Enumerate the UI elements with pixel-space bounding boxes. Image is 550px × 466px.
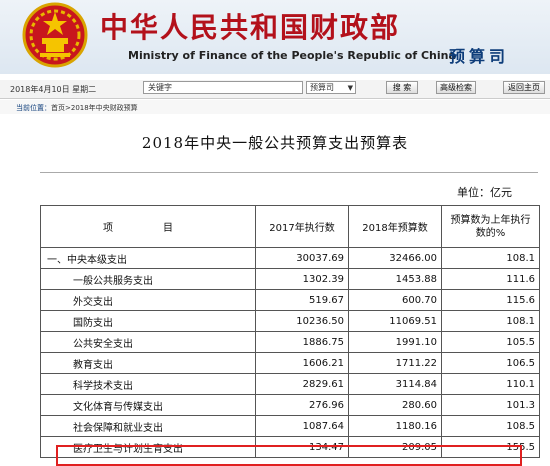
row-name: 教育支出 — [40, 352, 256, 374]
row-2017: 1302.39 — [255, 268, 349, 290]
row-percent: 106.5 — [441, 352, 540, 374]
row-name: 公共安全支出 — [40, 331, 256, 353]
table-row: 一、中央本级支出 30037.69 32466.00 108.1 — [40, 247, 540, 269]
header-percent: 预算数为上年执行数的% — [441, 205, 540, 248]
header-2017: 2017年执行数 — [255, 205, 349, 248]
row-2017: 1606.21 — [255, 352, 349, 374]
row-name: 国防支出 — [40, 310, 256, 332]
row-2018: 1453.88 — [348, 268, 442, 290]
advanced-search-button[interactable]: 高级检索 — [436, 81, 476, 94]
row-2018: 280.60 — [348, 394, 442, 416]
national-emblem-icon — [22, 2, 88, 68]
row-2018: 1711.22 — [348, 352, 442, 374]
row-2018: 32466.00 — [348, 247, 442, 269]
table-row: 文化体育与传媒支出 276.96 280.60 101.3 — [40, 394, 540, 416]
budget-table: 项 目 2017年执行数 2018年预算数 预算数为上年执行数的% 一、中央本级… — [40, 205, 540, 458]
row-percent: 110.1 — [441, 373, 540, 395]
highlight-box — [56, 445, 522, 466]
row-2017: 519.67 — [255, 289, 349, 311]
row-percent: 108.1 — [441, 310, 540, 332]
current-date: 2018年4月10日 星期二 — [10, 85, 97, 94]
row-2018: 3114.84 — [348, 373, 442, 395]
table-row: 公共安全支出 1886.75 1991.10 105.5 — [40, 331, 540, 353]
header-2018: 2018年预算数 — [348, 205, 442, 248]
table-row: 国防支出 10236.50 11069.51 108.1 — [40, 310, 540, 332]
row-2018: 11069.51 — [348, 310, 442, 332]
table-row: 外交支出 519.67 600.70 115.6 — [40, 289, 540, 311]
site-title-en: Ministry of Finance of the People's Repu… — [128, 49, 456, 62]
row-name: 社会保障和就业支出 — [40, 415, 256, 437]
row-percent: 108.1 — [441, 247, 540, 269]
divider — [40, 172, 538, 173]
row-2017: 1087.64 — [255, 415, 349, 437]
table-header-row: 项 目 2017年执行数 2018年预算数 预算数为上年执行数的% — [40, 205, 540, 248]
breadcrumb-prefix: 当前位置： — [16, 104, 51, 112]
department-name: 预算司 — [449, 47, 510, 66]
row-name: 文化体育与传媒支出 — [40, 394, 256, 416]
department-select[interactable]: 预算司 ▼ — [306, 81, 356, 94]
row-2017: 276.96 — [255, 394, 349, 416]
row-2017: 30037.69 — [255, 247, 349, 269]
table-row: 科学技术支出 2829.61 3114.84 110.1 — [40, 373, 540, 395]
breadcrumb: 当前位置：首页>2018年中央财政预算 — [0, 100, 550, 114]
row-percent: 105.5 — [441, 331, 540, 353]
toolbar: 2018年4月10日 星期二 关键字 预算司 ▼ 搜 索 高级检索 返回主页 — [0, 80, 550, 99]
row-percent: 108.5 — [441, 415, 540, 437]
search-input[interactable]: 关键字 — [143, 81, 303, 94]
unit-label: 单位：亿元 — [457, 186, 512, 199]
row-2017: 1886.75 — [255, 331, 349, 353]
row-2017: 10236.50 — [255, 310, 349, 332]
row-2018: 1180.16 — [348, 415, 442, 437]
row-name: 科学技术支出 — [40, 373, 256, 395]
table-row: 一般公共服务支出 1302.39 1453.88 111.6 — [40, 268, 540, 290]
header-item: 项 目 — [40, 205, 256, 248]
row-2018: 600.70 — [348, 289, 442, 311]
row-name: 一般公共服务支出 — [40, 268, 256, 290]
row-name: 一、中央本级支出 — [40, 247, 256, 269]
department-select-value: 预算司 — [310, 83, 334, 92]
row-percent: 101.3 — [441, 394, 540, 416]
table-row: 社会保障和就业支出 1087.64 1180.16 108.5 — [40, 415, 540, 437]
row-percent: 115.6 — [441, 289, 540, 311]
chevron-down-icon: ▼ — [347, 84, 353, 92]
site-header: 中华人民共和国财政部 Ministry of Finance of the Pe… — [0, 0, 550, 74]
page-title: 2018年中央一般公共预算支出预算表 — [141, 134, 409, 152]
row-2018: 1991.10 — [348, 331, 442, 353]
home-button[interactable]: 返回主页 — [503, 81, 545, 94]
row-percent: 111.6 — [441, 268, 540, 290]
site-title-cn: 中华人民共和国财政部 — [100, 11, 401, 44]
breadcrumb-path[interactable]: 首页>2018年中央财政预算 — [51, 104, 138, 112]
row-name: 外交支出 — [40, 289, 256, 311]
table-row: 教育支出 1606.21 1711.22 106.5 — [40, 352, 540, 374]
search-button[interactable]: 搜 索 — [386, 81, 418, 94]
row-2017: 2829.61 — [255, 373, 349, 395]
